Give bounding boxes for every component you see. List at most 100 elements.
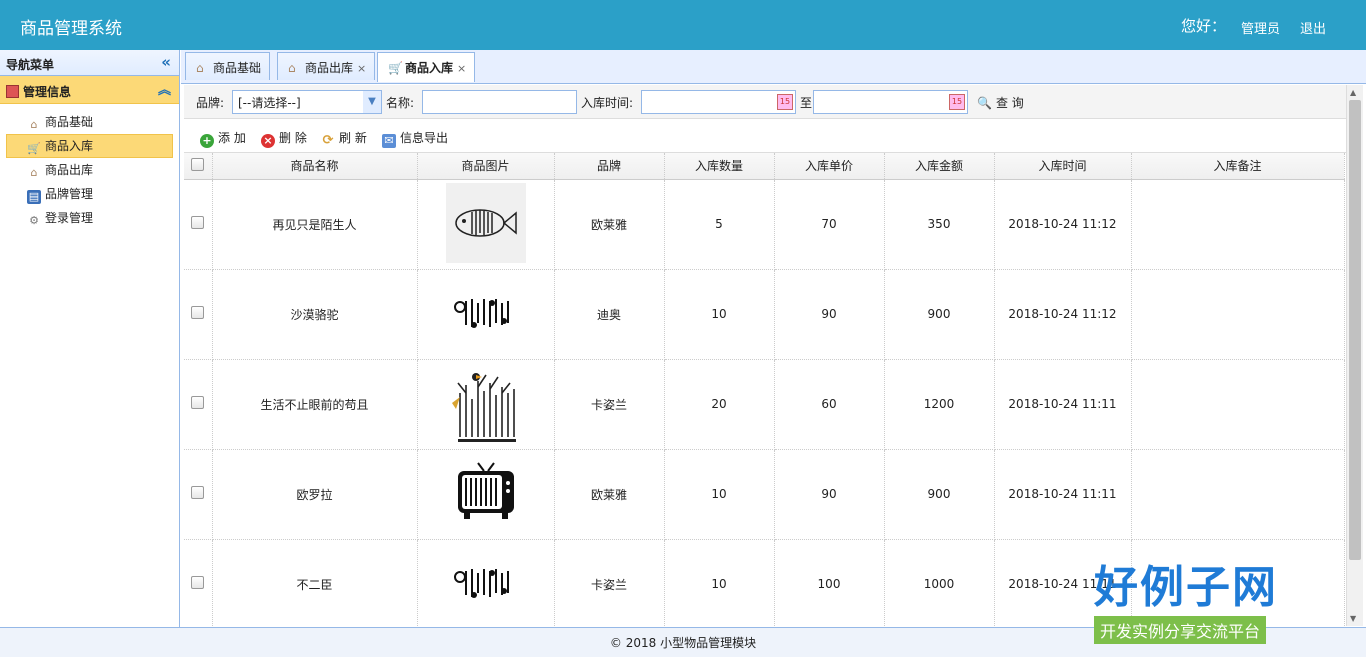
amount-cell: 1000 bbox=[884, 539, 995, 626]
table-row[interactable]: 欧罗拉 欧莱雅 10 90 900 2018-10-24 11:11 bbox=[184, 449, 1345, 540]
brand-cell: 卡姿兰 bbox=[554, 539, 665, 626]
unit-price-cell: 90 bbox=[774, 269, 885, 360]
column-header: 入库单价 bbox=[774, 153, 885, 180]
stock-in-time-cell: 2018-10-24 11:11 bbox=[994, 449, 1132, 540]
cart-icon: 🛒 bbox=[27, 142, 41, 155]
product-name-cell: 生活不止眼前的苟且 bbox=[212, 359, 418, 450]
greeting-text: 您好： bbox=[1180, 17, 1226, 35]
calendar-icon[interactable]: 15 bbox=[949, 94, 965, 110]
row-checkbox[interactable] bbox=[191, 486, 205, 499]
column-header: 品牌 bbox=[554, 153, 665, 180]
product-image-cell bbox=[417, 539, 555, 626]
sidebar-item-stock-in[interactable]: 🛒 商品入库 bbox=[6, 134, 173, 158]
tab-stock-in[interactable]: 🛒 商品入库 × bbox=[377, 52, 476, 82]
manage-icon bbox=[6, 85, 19, 98]
refresh-label: 刷 新 bbox=[339, 131, 367, 145]
gear-icon: ⚙ bbox=[29, 214, 39, 227]
tab-stock-out[interactable]: ⌂ 商品出库 × bbox=[277, 52, 376, 80]
home-icon: ⌂ bbox=[288, 61, 296, 75]
brand-select[interactable]: [--请选择--] ▼ bbox=[232, 90, 382, 114]
nav-menu-title: 导航菜单 bbox=[6, 58, 55, 72]
product-name-cell: 不二臣 bbox=[212, 539, 418, 626]
home-icon: ⌂ bbox=[30, 118, 38, 131]
cart-icon: 🛒 bbox=[388, 61, 403, 75]
column-header: 商品名称 bbox=[212, 153, 418, 180]
tab-bar: ⌂ 商品基础 ⌂ 商品出库 × 🛒 商品入库 × bbox=[181, 50, 1366, 84]
menu-group-title: 管理信息 bbox=[23, 85, 72, 99]
row-checkbox[interactable] bbox=[191, 306, 205, 319]
product-image bbox=[445, 362, 526, 443]
row-checkbox[interactable] bbox=[191, 576, 205, 589]
column-header: 入库时间 bbox=[994, 153, 1132, 180]
amount-cell: 900 bbox=[884, 449, 995, 540]
close-icon[interactable]: × bbox=[457, 62, 466, 75]
product-name-cell: 再见只是陌生人 bbox=[212, 179, 418, 270]
row-select-cell[interactable] bbox=[184, 449, 213, 540]
table-row[interactable]: 再见只是陌生人 欧莱雅 5 70 350 2018-10-24 11:12 bbox=[184, 179, 1345, 270]
sidebar-item-label: 商品出库 bbox=[45, 163, 94, 177]
product-name-cell: 沙漠骆驼 bbox=[212, 269, 418, 360]
add-icon: + bbox=[200, 134, 214, 148]
username-label: 管理员 bbox=[1240, 22, 1280, 37]
quantity-cell: 10 bbox=[664, 269, 775, 360]
row-select-cell[interactable] bbox=[184, 539, 213, 626]
start-date-input[interactable]: 15 bbox=[641, 90, 796, 114]
table-row[interactable]: 沙漠骆驼 迪奥 10 90 900 2018-10-24 11:12 bbox=[184, 269, 1345, 360]
close-icon[interactable]: × bbox=[357, 62, 366, 75]
table-row[interactable]: 生活不止眼前的苟且 卡姿兰 20 60 1200 2018-10-24 11:11 bbox=[184, 359, 1345, 450]
product-image-cell bbox=[417, 359, 555, 450]
row-select-cell[interactable] bbox=[184, 269, 213, 360]
sidebar: 导航菜单 « 管理信息 ︽ ⌂ 商品基础 🛒 商品入库 ⌂ 商品出库 ▤ 品牌管理 ⚙ 登… bbox=[0, 50, 180, 627]
query-button[interactable]: 🔍 查 询 bbox=[977, 94, 1024, 111]
unit-price-cell: 60 bbox=[774, 359, 885, 450]
amount-cell: 350 bbox=[884, 179, 995, 270]
sidebar-item-brand[interactable]: ▤ 品牌管理 bbox=[6, 182, 173, 206]
add-button[interactable]: + 添 加 bbox=[200, 129, 246, 148]
select-all-checkbox[interactable] bbox=[184, 153, 213, 180]
row-checkbox[interactable] bbox=[191, 216, 205, 229]
sidebar-item-label: 商品入库 bbox=[45, 139, 94, 153]
menu-group-header[interactable]: 管理信息 ︽ bbox=[0, 76, 179, 104]
delete-button[interactable]: × 删 除 bbox=[261, 129, 307, 148]
search-bar: 品牌: [--请选择--] ▼ 名称: 入库时间: 15 至 15 🔍 查 询 bbox=[184, 85, 1346, 119]
sidebar-item-label: 登录管理 bbox=[45, 211, 94, 225]
vertical-scrollbar[interactable]: ▲ ▼ bbox=[1346, 85, 1363, 626]
delete-icon: × bbox=[261, 134, 275, 148]
refresh-button[interactable]: ⟳ 刷 新 bbox=[321, 129, 367, 148]
sidebar-item-product-base[interactable]: ⌂ 商品基础 bbox=[6, 110, 173, 134]
sidebar-item-login[interactable]: ⚙ 登录管理 bbox=[6, 206, 173, 230]
scrollbar-thumb[interactable] bbox=[1349, 100, 1361, 560]
logout-link[interactable]: 退出 bbox=[1300, 18, 1326, 37]
row-select-cell[interactable] bbox=[184, 359, 213, 450]
row-checkbox[interactable] bbox=[191, 396, 205, 409]
time-label: 入库时间: bbox=[581, 96, 634, 110]
search-icon: 🔍 bbox=[977, 96, 992, 110]
sidebar-item-stock-out[interactable]: ⌂ 商品出库 bbox=[6, 158, 173, 182]
note-cell bbox=[1131, 179, 1345, 270]
product-name-cell: 欧罗拉 bbox=[212, 449, 418, 540]
chevron-down-icon[interactable]: ▼ bbox=[363, 91, 381, 113]
quantity-cell: 10 bbox=[664, 449, 775, 540]
note-cell bbox=[1131, 359, 1345, 450]
product-image bbox=[445, 182, 526, 263]
toolbar: + 添 加 × 删 除 ⟳ 刷 新 ✉ 信息导出 bbox=[184, 122, 1346, 152]
row-select-cell[interactable] bbox=[184, 179, 213, 270]
end-date-input[interactable]: 15 bbox=[813, 90, 968, 114]
scroll-up-icon[interactable]: ▲ bbox=[1350, 88, 1356, 97]
product-image bbox=[445, 452, 526, 533]
product-image-cell bbox=[417, 179, 555, 270]
chevron-up-icon[interactable]: ︽ bbox=[158, 79, 171, 98]
unit-price-cell: 100 bbox=[774, 539, 885, 626]
amount-cell: 900 bbox=[884, 269, 995, 360]
home-icon: ⌂ bbox=[196, 61, 204, 75]
tab-product-base[interactable]: ⌂ 商品基础 bbox=[185, 52, 271, 80]
quantity-cell: 5 bbox=[664, 179, 775, 270]
product-image bbox=[445, 272, 526, 353]
export-button[interactable]: ✉ 信息导出 bbox=[382, 129, 448, 148]
name-input[interactable] bbox=[422, 90, 577, 114]
calendar-icon[interactable]: 15 bbox=[777, 94, 793, 110]
collapse-sidebar-icon[interactable]: « bbox=[161, 53, 171, 71]
scroll-down-icon[interactable]: ▼ bbox=[1350, 614, 1356, 623]
name-label: 名称: bbox=[386, 96, 415, 110]
brand-select-value: [--请选择--] bbox=[238, 96, 301, 110]
